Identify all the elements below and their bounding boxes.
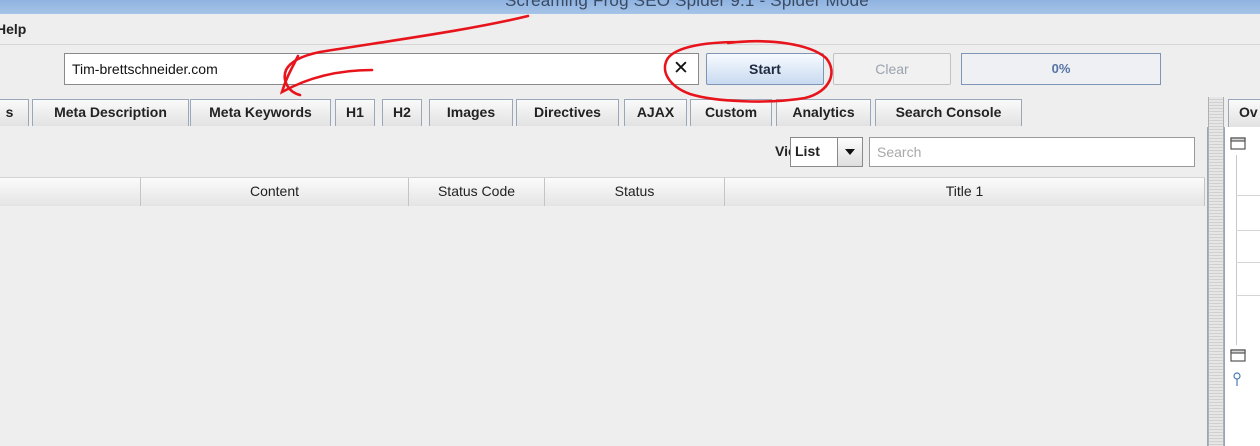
clear-url-icon[interactable]: ✕ <box>672 58 690 80</box>
column-header-address[interactable] <box>0 178 141 206</box>
tab-overview[interactable]: Ov <box>1228 99 1260 127</box>
progress-bar: 0% <box>961 53 1161 85</box>
tab-analytics[interactable]: Analytics <box>776 99 871 126</box>
column-header-status-code[interactable]: Status Code <box>409 178 545 206</box>
tab-directives[interactable]: Directives <box>516 99 619 126</box>
tab-partial[interactable]: s <box>0 99 29 126</box>
folder-icon[interactable] <box>1230 348 1246 362</box>
tab-ajax[interactable]: AJAX <box>624 99 687 126</box>
view-select[interactable]: List <box>790 137 863 167</box>
column-header-content[interactable]: Content <box>141 178 409 206</box>
search-input[interactable] <box>869 137 1195 167</box>
clear-button[interactable]: Clear <box>833 53 951 85</box>
tree-tick <box>1236 262 1260 263</box>
table-header: Content Status Code Status Title 1 <box>0 177 1205 207</box>
right-panel <box>1224 127 1260 446</box>
tab-images[interactable]: Images <box>429 99 513 126</box>
tree-tick <box>1236 195 1260 196</box>
start-button[interactable]: Start <box>706 53 824 85</box>
tree-tick <box>1236 295 1260 296</box>
tab-h2[interactable]: H2 <box>382 99 422 126</box>
dropdown-arrow-icon[interactable] <box>837 138 862 166</box>
folder-icon[interactable] <box>1230 136 1246 150</box>
tree-tick <box>1236 230 1260 231</box>
view-select-value: List <box>795 143 820 159</box>
tree-node-icon <box>1233 372 1241 386</box>
tab-strip: s Meta Description Meta Keywords H1 H2 I… <box>0 99 1207 128</box>
tab-custom[interactable]: Custom <box>690 99 772 126</box>
tab-meta-description[interactable]: Meta Description <box>32 99 189 126</box>
url-input[interactable] <box>72 59 652 79</box>
table-body <box>0 206 1205 446</box>
panel-splitter[interactable] <box>1208 97 1224 446</box>
tab-h1[interactable]: H1 <box>335 99 375 126</box>
progress-text: 0% <box>1051 61 1071 76</box>
column-header-title-1[interactable]: Title 1 <box>725 178 1205 206</box>
window-title-bar: Screaming Frog SEO Spider 9.1 - Spider M… <box>0 0 1260 14</box>
tree-line <box>1236 155 1237 345</box>
menu-bar: Help <box>0 14 1260 45</box>
tab-search-console[interactable]: Search Console <box>875 99 1022 126</box>
column-header-status[interactable]: Status <box>545 178 725 206</box>
tab-meta-keywords[interactable]: Meta Keywords <box>190 99 331 126</box>
window-title: Screaming Frog SEO Spider 9.1 - Spider M… <box>505 0 869 10</box>
menu-help[interactable]: Help <box>0 21 26 37</box>
url-field[interactable]: ✕ <box>64 53 699 85</box>
